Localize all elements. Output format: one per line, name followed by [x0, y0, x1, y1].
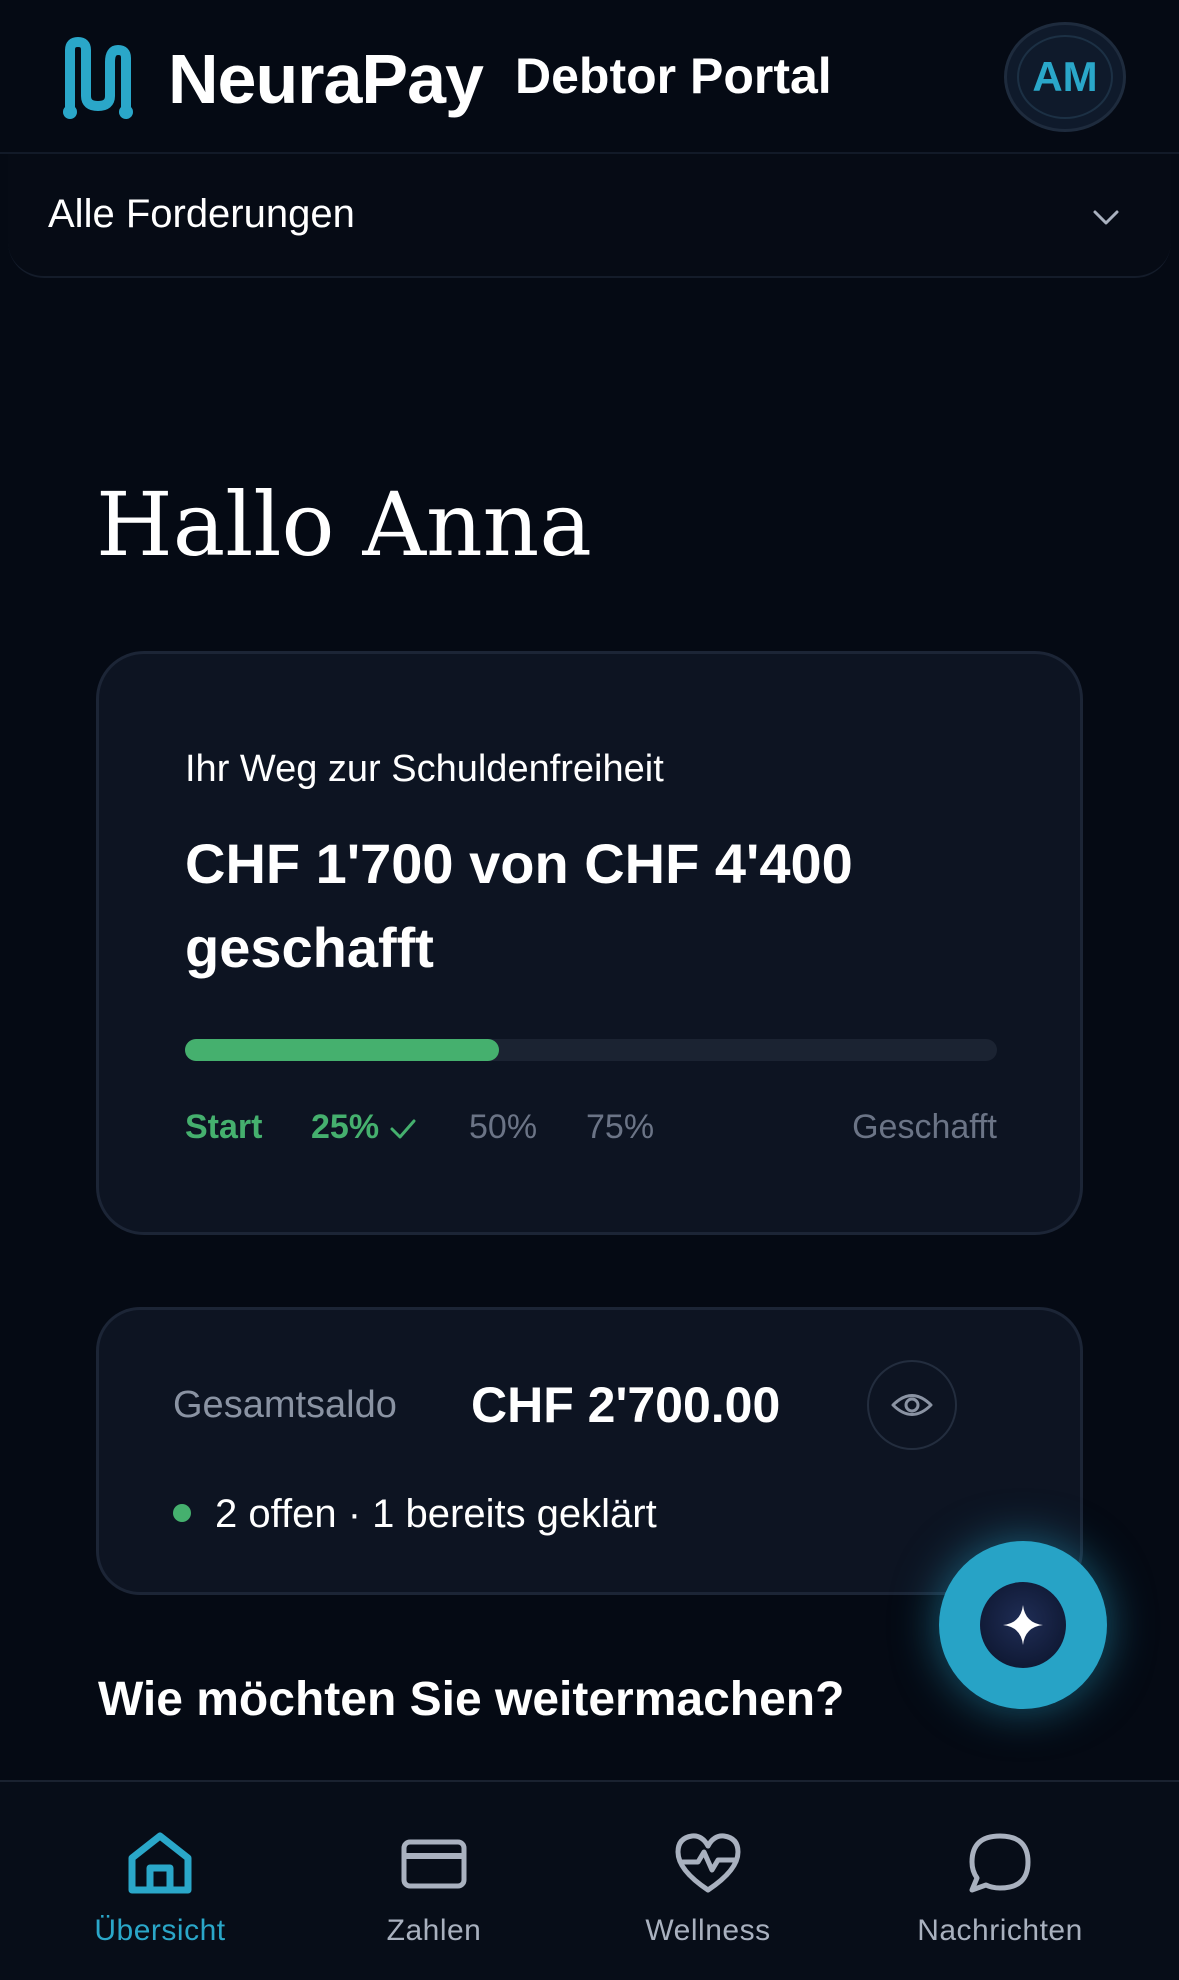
progress-bar-fill [185, 1039, 499, 1061]
nav-item-overview[interactable]: Übersicht [60, 1782, 260, 1980]
toggle-balance-visibility-button[interactable] [867, 1360, 957, 1450]
milestone-label: 25% [311, 1108, 380, 1146]
balance-card: Gesamtsaldo CHF 2'700.00 2 offen · 1 ber… [96, 1307, 1083, 1595]
portal-title: Debtor Portal [515, 48, 832, 104]
neurapay-logo-icon [63, 36, 133, 119]
greeting-heading: Hallo Anna [96, 473, 592, 576]
balance-value: CHF 2'700.00 [471, 1377, 781, 1433]
milestone-1: 25% [311, 1108, 417, 1147]
nav-label: Übersicht [94, 1914, 226, 1947]
card-icon [401, 1839, 467, 1889]
milestone-4: Geschafft [852, 1108, 997, 1147]
user-avatar-button[interactable]: AM [1004, 22, 1126, 132]
milestone-3: 75% [586, 1108, 654, 1147]
progress-eyebrow: Ihr Weg zur Schuldenfreiheit [185, 748, 664, 790]
app-header: NeuraPay Debtor Portal AM [0, 0, 1179, 154]
milestone-0: Start [185, 1108, 262, 1147]
fab-core [980, 1582, 1066, 1668]
debt-progress-card: Ihr Weg zur Schuldenfreiheit CHF 1'700 v… [96, 651, 1083, 1235]
bottom-navigation: Übersicht Zahlen Wellness Nachrichten [0, 1780, 1179, 1980]
nav-item-pay[interactable]: Zahlen [334, 1782, 534, 1980]
sparkle-icon [1003, 1605, 1043, 1645]
check-icon [390, 1119, 416, 1139]
nav-item-wellness[interactable]: Wellness [608, 1782, 808, 1980]
eye-icon [891, 1394, 933, 1416]
chat-icon [969, 1833, 1031, 1893]
progress-milestones: Start 25% 50% 75% Geschafft [185, 1108, 997, 1158]
claims-filter-select[interactable]: Alle Forderungen [8, 154, 1171, 278]
milestone-label: Geschafft [852, 1108, 997, 1146]
avatar-ring [1017, 35, 1113, 119]
nav-label: Zahlen [386, 1914, 482, 1947]
page: NeuraPay Debtor Portal AM Alle Forderung… [0, 0, 1179, 1980]
filter-selected-value: Alle Forderungen [48, 192, 355, 236]
heart-pulse-icon [675, 1833, 741, 1893]
nav-item-messages[interactable]: Nachrichten [900, 1782, 1100, 1980]
nav-label: Nachrichten [917, 1914, 1083, 1947]
nav-label: Wellness [645, 1914, 771, 1947]
progress-bar-track [185, 1039, 997, 1061]
ai-assistant-button[interactable] [939, 1541, 1107, 1709]
claims-status: 2 offen · 1 bereits geklärt [173, 1492, 657, 1537]
next-steps-heading: Wie möchten Sie weitermachen? [98, 1673, 845, 1726]
home-icon [128, 1832, 192, 1894]
milestone-2: 50% [469, 1108, 537, 1147]
milestone-label: 75% [586, 1108, 655, 1146]
progress-headline: CHF 1'700 von CHF 4'400 geschafft [185, 832, 853, 979]
milestone-label: 50% [469, 1108, 538, 1146]
milestone-label: Start [185, 1108, 263, 1146]
claims-status-text: 2 offen · 1 bereits geklärt [215, 1492, 657, 1536]
status-dot-icon [173, 1504, 191, 1523]
brand-name: NeuraPay [168, 40, 484, 118]
chevron-down-icon [1093, 210, 1119, 225]
balance-label: Gesamtsaldo [173, 1384, 397, 1426]
